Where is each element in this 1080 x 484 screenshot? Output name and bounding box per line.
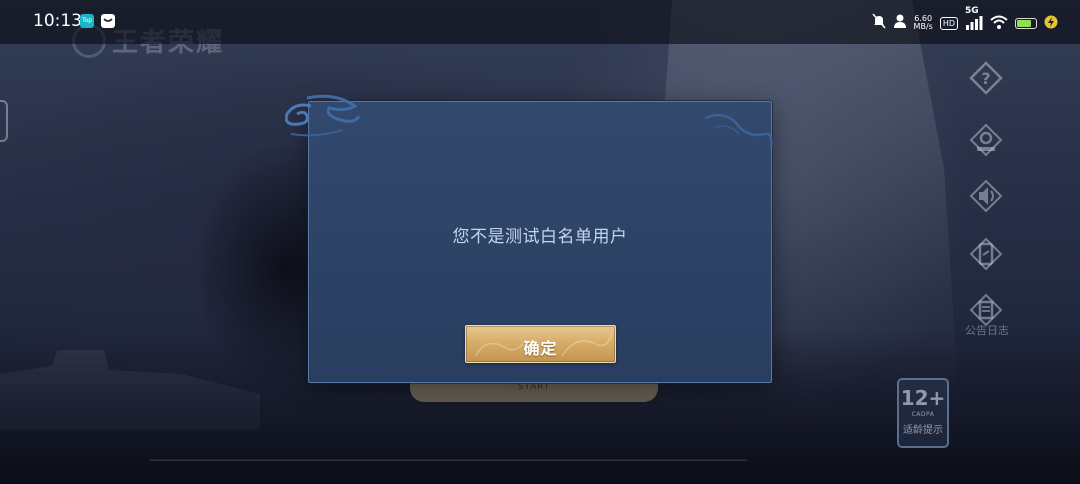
- mute-icon: [871, 13, 886, 33]
- signal-group: 5G: [965, 6, 983, 34]
- battery-icon: [1015, 17, 1037, 29]
- wifi-icon: [990, 14, 1008, 33]
- hd-badge: HD: [939, 16, 958, 30]
- network-type: 5G: [965, 6, 979, 16]
- signal-icon: [966, 16, 983, 30]
- confirm-button[interactable]: 确定: [465, 325, 616, 363]
- person-icon: [893, 13, 907, 33]
- message-app-icon: [101, 14, 115, 28]
- network-speed-unit: MB/s: [913, 22, 933, 31]
- dialog-wave-ornament-icon: [704, 113, 773, 149]
- dialog-cloud-ornament-icon: [285, 94, 361, 137]
- status-bar: 10:13 Top 6.60 MB/s HD 5G: [0, 0, 1080, 44]
- top-app-icon: Top: [80, 14, 94, 28]
- game-screen: 王者荣耀 START ?: [0, 0, 1080, 484]
- battery-fill: [1017, 19, 1031, 27]
- dialog-message: 您不是测试白名单用户: [452, 227, 628, 247]
- network-speed: 6.60 MB/s: [914, 15, 933, 31]
- status-icons: 6.60 MB/s HD 5G: [871, 6, 1058, 34]
- status-time: 10:13: [33, 11, 82, 31]
- alert-dialog: 您不是测试白名单用户 确定: [285, 94, 773, 383]
- charging-icon: [1044, 14, 1058, 33]
- confirm-button-label: 确定: [523, 339, 558, 358]
